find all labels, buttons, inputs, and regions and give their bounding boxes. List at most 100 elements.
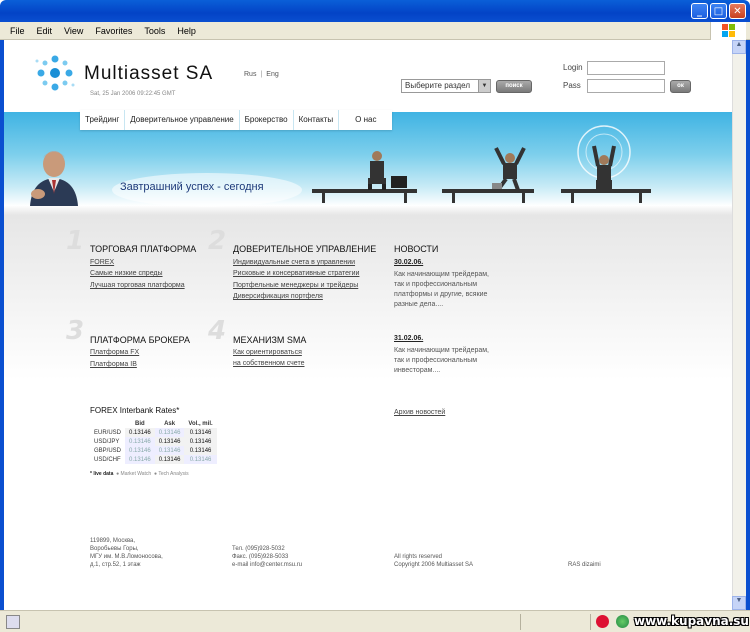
- bench-leg: [452, 193, 455, 203]
- scroll-up-icon[interactable]: ▲: [732, 40, 746, 54]
- menu-file[interactable]: File: [4, 26, 31, 36]
- bench-leg: [639, 193, 642, 203]
- link-platform-fx[interactable]: Платформа FX: [90, 349, 139, 356]
- lang-eng-link[interactable]: Eng: [266, 71, 278, 78]
- link-platform-ib[interactable]: Платформа IB: [90, 361, 137, 368]
- maximize-icon[interactable]: □: [710, 3, 727, 19]
- rate-ask: 0.13146: [154, 455, 185, 464]
- rate-pair: GBP/USD: [94, 447, 122, 454]
- celebrating-businessman: [577, 125, 631, 190]
- legend-live-data: * live data: [90, 471, 114, 477]
- link-how-to-navigate[interactable]: Как ориентироваться: [233, 349, 302, 356]
- window-controls: _ □ ✕: [691, 3, 746, 19]
- link-portfolio-managers[interactable]: Портфельные менеджеры и трейдеры: [233, 282, 358, 289]
- rate-ask: 0.13146: [154, 437, 185, 446]
- menu-favorites[interactable]: Favorites: [89, 26, 138, 36]
- address-line: МГУ им. М.В.Ломоносова,: [90, 554, 163, 560]
- section-number-2: 2: [208, 226, 227, 256]
- bench-leg: [404, 193, 407, 203]
- nav-about[interactable]: О нас: [339, 110, 392, 130]
- footer-address: 119899, Москва, Воробьевы Горы, МГУ им. …: [90, 537, 163, 569]
- rate-vol: 0.13146: [184, 428, 217, 437]
- market-watch-link[interactable]: Market Watch: [121, 471, 152, 477]
- menu-tools[interactable]: Tools: [138, 26, 171, 36]
- news-date-2[interactable]: 31.02.06.: [394, 335, 423, 342]
- copyright-line: Copyright 2006 Multiasset SA: [394, 562, 474, 568]
- forex-rates-table: Bid Ask Vol., mil. EUR/USD 0.13146 0.131…: [90, 420, 217, 464]
- briefcase: [391, 176, 407, 188]
- laptop: [492, 183, 502, 189]
- businessman-portrait: [30, 151, 78, 206]
- seated-businessman: [368, 151, 386, 190]
- login-label: Login: [563, 63, 583, 72]
- minimize-icon[interactable]: _: [691, 3, 708, 19]
- rate-bid: 0.13146: [125, 437, 155, 446]
- search-button[interactable]: поиск: [496, 80, 532, 93]
- table-header: Ask: [164, 421, 176, 427]
- watermark-text: www.kupavna.su: [634, 614, 749, 628]
- link-forex[interactable]: FOREX: [90, 259, 114, 266]
- news-text-1: Как начинающим трейдерам, так и професси…: [394, 271, 489, 308]
- tech-analysis-link[interactable]: Tech Analysis: [158, 471, 188, 477]
- link-diversification[interactable]: Диверсификация портфеля: [233, 293, 323, 300]
- link-own-account[interactable]: на собственном счете: [233, 360, 304, 367]
- pass-label: Pass: [563, 81, 581, 90]
- login-input[interactable]: [587, 61, 665, 75]
- table-header: Vol., mil.: [188, 421, 213, 427]
- rate-vol: 0.13146: [184, 437, 217, 446]
- main-nav: Трейдинг Доверительное управление Брокер…: [80, 110, 393, 130]
- table-row: USD/JPY 0.13146 0.13146 0.13146: [90, 437, 217, 446]
- scroll-down-icon[interactable]: ▼: [732, 596, 746, 610]
- footer-design-credit[interactable]: RAS dizaimi: [568, 561, 601, 569]
- news-title: НОВОСТИ: [394, 244, 439, 254]
- nav-trading[interactable]: Трейдинг: [80, 110, 126, 130]
- vertical-scrollbar[interactable]: [732, 40, 746, 610]
- current-datetime: Sat, 25 Jan 2006 09:22:45 GMT: [90, 91, 176, 97]
- link-strategies[interactable]: Рисковые и консервативные стратегии: [233, 270, 359, 277]
- email-link[interactable]: e-mail info@center.msu.ru: [232, 561, 302, 569]
- table-row: USD/CHF 0.13146 0.13146 0.13146: [90, 455, 217, 464]
- windows-flag-icon: [710, 22, 746, 40]
- address-line: д.1, стр.52, 1 этаж: [90, 562, 141, 568]
- banner-slogan: Завтрашний успех - сегодня: [120, 181, 264, 193]
- section-select[interactable]: Выберите раздел ▼: [401, 79, 491, 93]
- section-title-sma: МЕХАНИЗМ SMA: [233, 335, 307, 345]
- link-best-platform[interactable]: Лучшая торговая платформа: [90, 282, 185, 289]
- news-text-2: Как начинающим трейдерам, так и професси…: [394, 347, 489, 374]
- table-row: GBP/USD 0.13146 0.13146 0.13146: [90, 446, 217, 455]
- security-icon: [596, 615, 609, 628]
- chevron-down-icon[interactable]: ▼: [478, 80, 490, 92]
- bench-leg: [322, 193, 325, 203]
- nav-contacts[interactable]: Контакты: [294, 110, 340, 130]
- bench-leg: [571, 193, 574, 203]
- close-icon[interactable]: ✕: [729, 3, 746, 19]
- section-title-trust-management: ДОВЕРИТЕЛЬНОЕ УПРАВЛЕНИЕ: [233, 244, 377, 254]
- news-archive-link[interactable]: Архив новостей: [394, 409, 445, 416]
- section-number-3: 3: [66, 316, 85, 346]
- menu-edit[interactable]: Edit: [31, 26, 59, 36]
- address-line: Воробьевы Горы,: [90, 546, 139, 552]
- ok-button[interactable]: ок: [670, 80, 691, 93]
- section-number-4: 4: [208, 316, 227, 346]
- lang-rus-link[interactable]: Rus: [244, 71, 256, 78]
- link-lowest-spreads[interactable]: Самые низкие спреды: [90, 270, 163, 277]
- nav-brokerage[interactable]: Брокерство: [240, 110, 294, 130]
- internet-zone-icon: [616, 615, 629, 628]
- footer-contacts: Тел. (095)928-5032 Факс. (095)928-5033 e…: [232, 545, 302, 569]
- table-header: Bid: [135, 421, 145, 427]
- news-date-1[interactable]: 30.02.06.: [394, 259, 423, 266]
- menu-view[interactable]: View: [58, 26, 89, 36]
- link-individual-accounts[interactable]: Индивидуальные счета в управлении: [233, 259, 355, 266]
- rate-vol: 0.13146: [184, 446, 217, 455]
- menu-help[interactable]: Help: [171, 26, 202, 36]
- table-row: EUR/USD 0.13146 0.13146 0.13146: [90, 428, 217, 437]
- nav-trust-management[interactable]: Доверительное управление: [125, 110, 240, 130]
- window-frame-right: [746, 40, 750, 610]
- bench-leg: [522, 193, 525, 203]
- window-titlebar[interactable]: _ □ ✕: [0, 0, 750, 22]
- rate-pair: EUR/USD: [94, 429, 122, 436]
- rates-legend: * live data ● Market Watch ● Tech Analys…: [90, 471, 189, 477]
- rate-bid: 0.13146: [125, 428, 155, 437]
- password-input[interactable]: [587, 79, 665, 93]
- table-header: [90, 420, 125, 428]
